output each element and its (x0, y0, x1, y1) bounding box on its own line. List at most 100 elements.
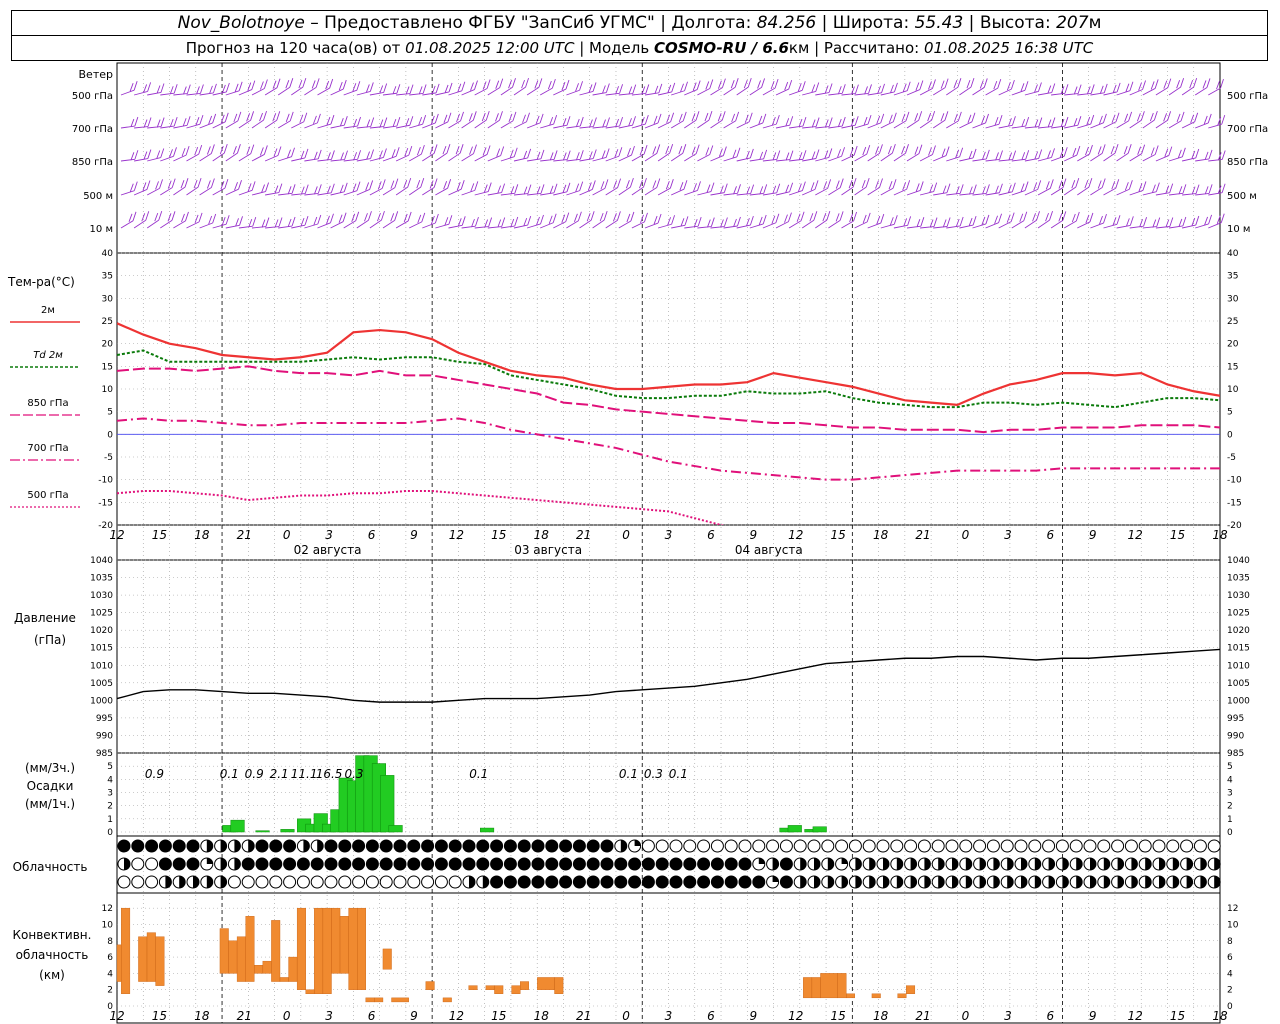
wind-barb (697, 145, 714, 162)
wind-barb (1208, 150, 1226, 162)
cloud-symbol (296, 839, 310, 853)
cloud-symbol-circle (572, 875, 586, 889)
cloud-symbol (393, 857, 407, 871)
cloud-symbol-half (1117, 876, 1124, 888)
cloud-symbol (421, 857, 435, 871)
cloud-symbol-half (800, 858, 807, 870)
wind-barb (487, 146, 505, 162)
cloud-symbol (614, 875, 628, 889)
cloud-symbol (655, 875, 669, 889)
temp-axis-title: Тем-ра(°С) (7, 275, 75, 289)
x-tick-label-temp: 18 (534, 528, 550, 542)
precip-axis-title: Осадки (27, 779, 74, 793)
precip-bar (380, 775, 395, 833)
wind-barb (920, 217, 938, 229)
temp-tick-label-right: -20 (1227, 521, 1242, 531)
cloud-symbol (752, 875, 766, 889)
cloud-symbol (1138, 839, 1152, 853)
wind-barb (238, 111, 255, 129)
wind-barb (828, 147, 845, 162)
cloud-symbol (1138, 875, 1152, 889)
cloud-symbol-half (827, 876, 834, 888)
cloud-symbol-circle (697, 839, 711, 853)
cloud-symbol-circle (407, 875, 421, 889)
wind-barb (906, 144, 923, 162)
wind-barb (238, 80, 256, 96)
wind-barb (998, 150, 1017, 162)
cloud-symbol (545, 857, 559, 871)
cloud-symbol-half (1145, 876, 1152, 888)
cloud-symbol-circle (145, 839, 159, 853)
cloud-symbol-circle (1042, 839, 1056, 853)
cloud-symbol (752, 839, 766, 853)
wind-barb (212, 179, 229, 196)
wind-barb (330, 79, 347, 96)
cloud-symbol (876, 857, 890, 871)
cloud-symbol-circle (697, 857, 711, 871)
cloud-symbol (917, 839, 931, 853)
cloud-symbol-circle (738, 839, 752, 853)
wind-barb (422, 178, 438, 196)
cloud-symbol-circle (821, 839, 835, 853)
wind-barb (133, 211, 150, 229)
cloud-symbol-half (1062, 858, 1069, 870)
wind-barb (566, 181, 584, 196)
cloud-symbol-half (896, 876, 903, 888)
cloud-symbol-circle (848, 839, 862, 853)
wind-barb (736, 184, 755, 196)
wind-barb (788, 81, 806, 96)
cloud-symbol (1152, 875, 1166, 889)
wind-barb (435, 143, 451, 162)
cloud-symbol (1069, 857, 1083, 871)
cloud-symbol (821, 857, 835, 871)
cloud-symbol-circle (379, 875, 393, 889)
cloud-symbol-half (234, 858, 241, 870)
wind-barb (998, 182, 1016, 196)
cloud-symbol (1000, 875, 1014, 889)
cloud-symbol (862, 875, 876, 889)
wind-barb (146, 210, 163, 229)
wind-barb (173, 211, 189, 229)
cloud-symbol (352, 839, 366, 853)
cloud-symbol-half (317, 840, 324, 852)
wind-barb (160, 178, 176, 196)
cloud-symbol-half (993, 858, 1000, 870)
cloud-symbol (586, 857, 600, 871)
cloud-symbol-circle (1014, 839, 1028, 853)
cloud-symbol-circle (586, 857, 600, 871)
cloud-symbol-circle (959, 839, 973, 853)
x-tick-label-bottom: 0 (283, 1009, 291, 1023)
cloud-symbol (641, 875, 655, 889)
cloud-symbol (986, 857, 1000, 871)
wind-barb (946, 111, 962, 129)
cloud-symbol-circle (241, 875, 255, 889)
conv-cloud-bar (520, 981, 529, 990)
cloud-symbol-circle (310, 875, 324, 889)
x-tick-label-bottom: 18 (873, 1009, 889, 1023)
x-tick-label-bottom: 9 (410, 1009, 418, 1023)
wind-barb (644, 178, 661, 196)
cloud-symbol (766, 875, 780, 889)
cloud-symbol (186, 875, 200, 889)
wind-barb (618, 178, 634, 196)
conv-tick-label-left: 8 (107, 937, 113, 947)
cloud-symbol-half (924, 876, 931, 888)
wind-barb (500, 78, 516, 96)
cloud-symbol (959, 839, 973, 853)
conv-cloud-bar (846, 993, 855, 999)
pressure-axis-unit: (гПа) (34, 633, 66, 647)
precip-tick-label-right: 3 (1227, 789, 1233, 799)
wind-barb (1103, 215, 1121, 229)
cloud-symbol-circle (724, 875, 738, 889)
wind-barb (775, 150, 794, 162)
precip-3h-label: 0.3 (644, 767, 663, 781)
x-tick-label-bottom: 0 (622, 1009, 630, 1023)
meteogram: -20 -20-15 -15-10 -10-5 -50 05 510 1015 1520 2025… (7, 62, 1268, 1024)
wind-barb (985, 213, 1002, 229)
conv-cloud-bar (348, 907, 358, 990)
wind-barb (212, 143, 228, 162)
cloud-symbol-circle (572, 857, 586, 871)
wind-barb (540, 213, 557, 229)
cloud-symbol-circle (379, 857, 393, 871)
conv-cloud-bar (146, 932, 156, 982)
